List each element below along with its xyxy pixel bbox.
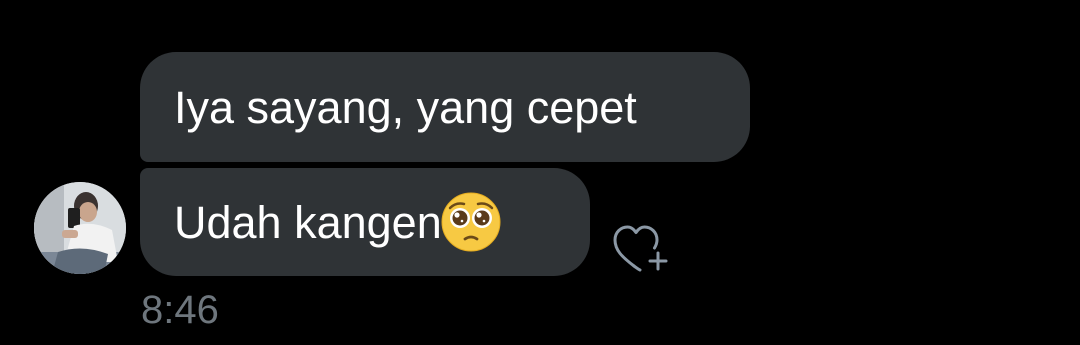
message-bubble[interactable]: Udah kangen (140, 168, 590, 276)
react-button[interactable] (612, 220, 676, 272)
heart-plus-icon (613, 225, 668, 272)
avatar[interactable] (34, 182, 126, 274)
message-text: Udah kangen (174, 196, 442, 248)
message-bubble[interactable]: Iya sayang, yang cepet (140, 52, 750, 162)
pleading-face-emoji-icon (441, 192, 501, 252)
message-timestamp: 8:46 (141, 288, 219, 332)
user-avatar-icon (34, 182, 126, 274)
message-text: Iya sayang, yang cepet (174, 81, 637, 133)
